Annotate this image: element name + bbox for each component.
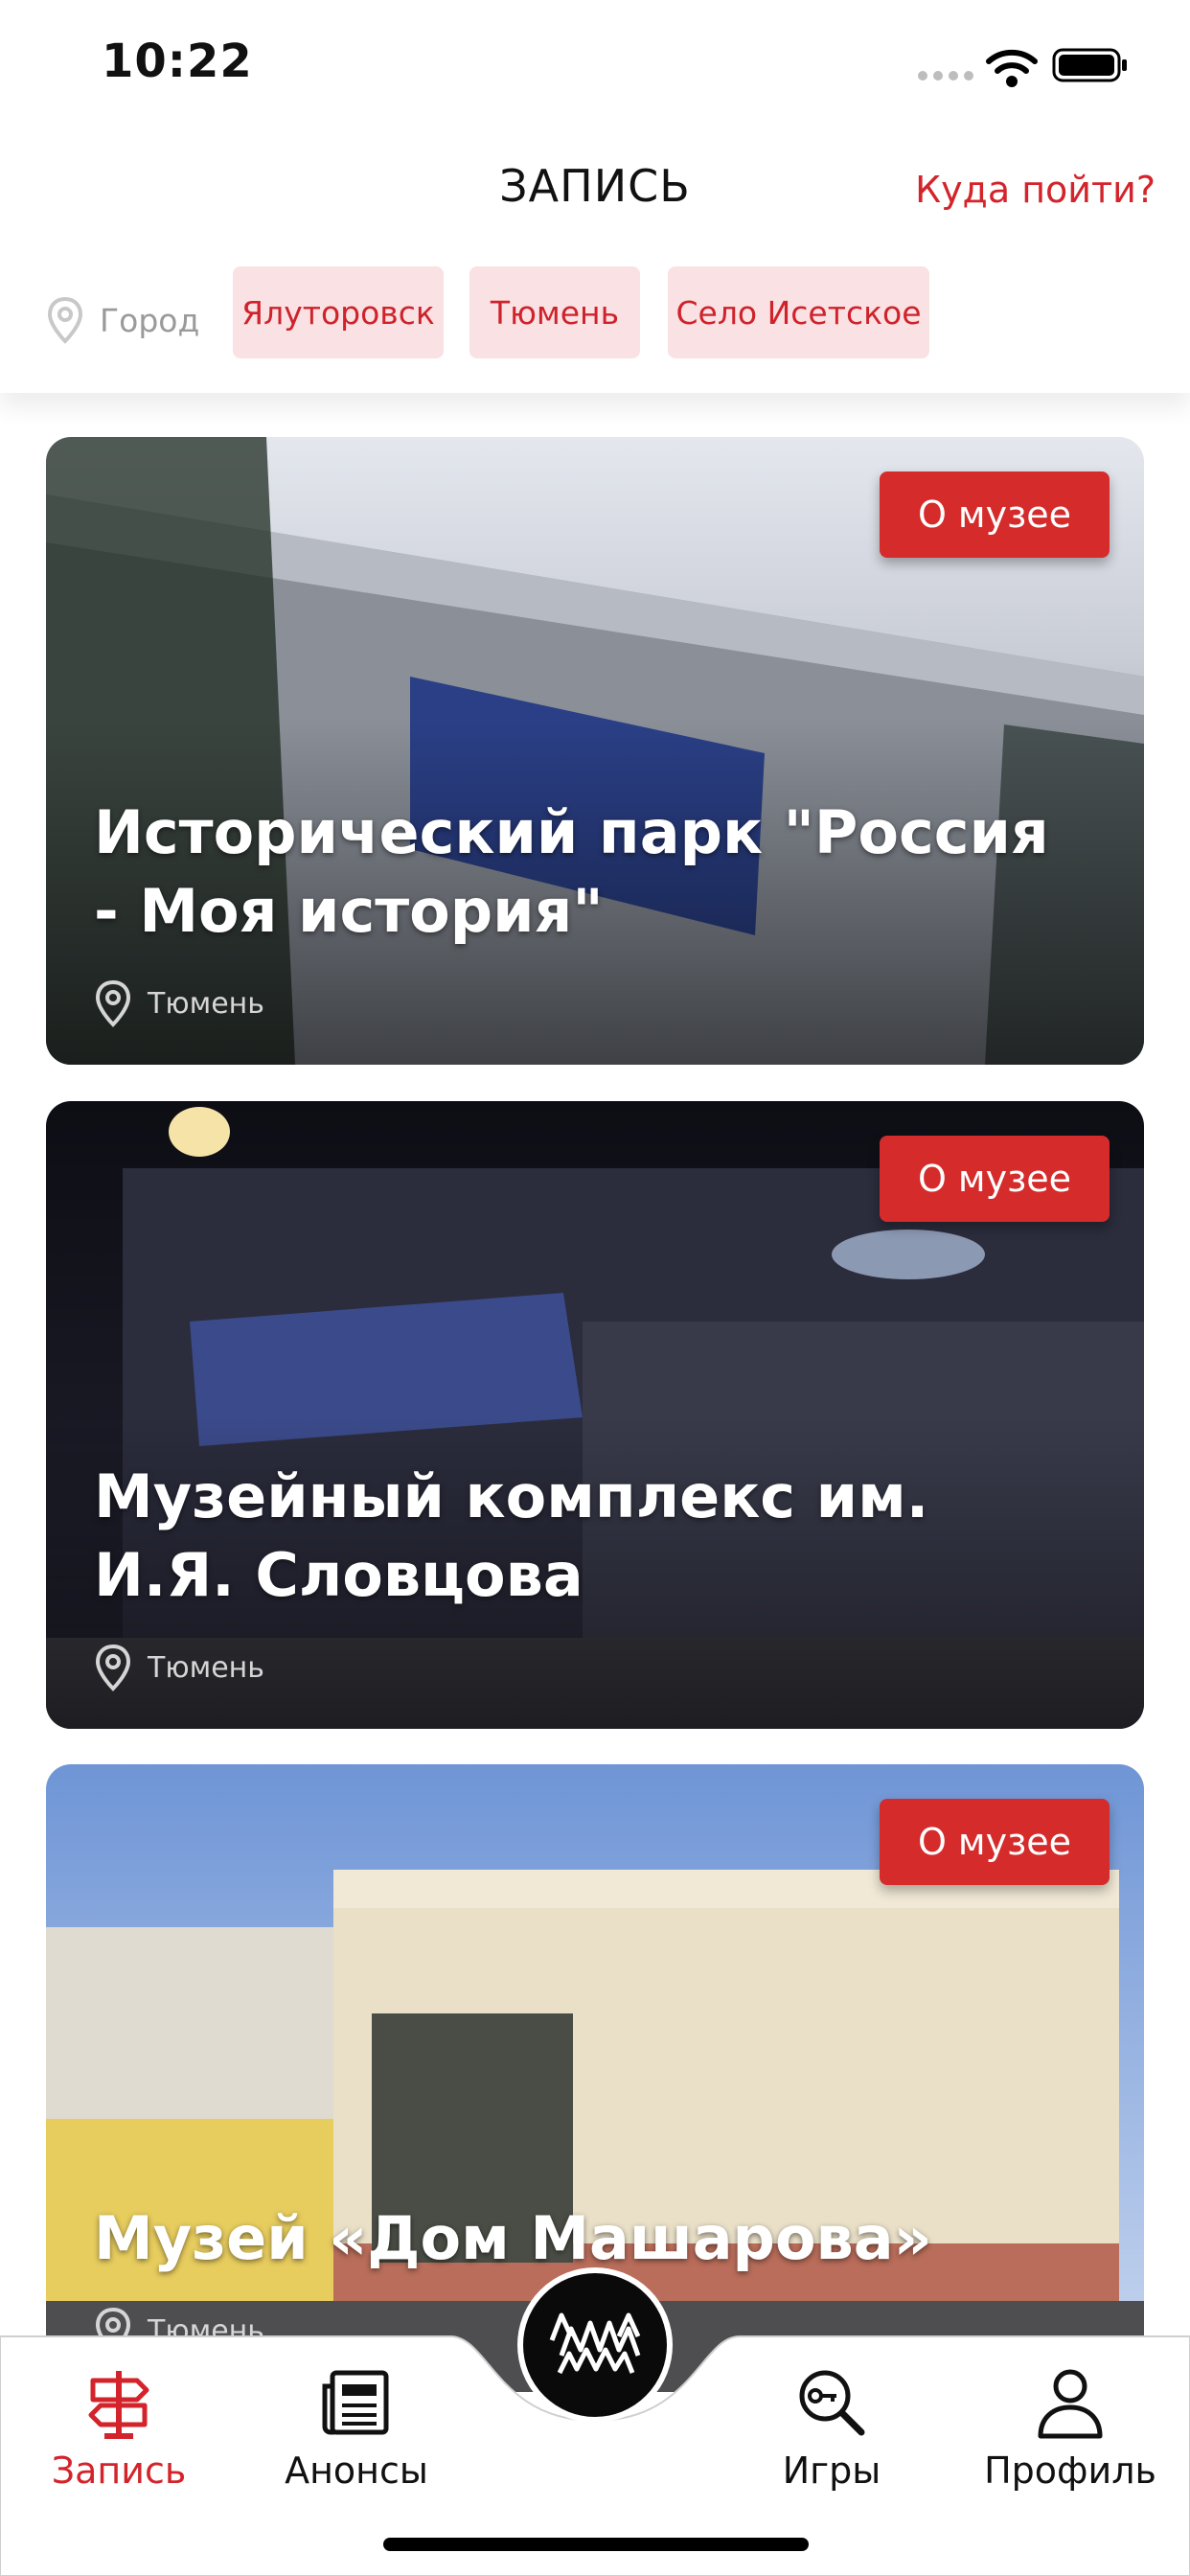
tab-label: Запись [51,2450,187,2492]
location-pin-icon [47,296,83,344]
user-icon [1038,2369,1103,2439]
where-to-go-link[interactable]: Куда пойти? [915,169,1156,211]
tab-profile[interactable]: Профиль [960,2363,1180,2492]
tab-announcements[interactable]: Анонсы [246,2363,467,2492]
city-label-text: Город [100,301,200,339]
museum-location: Тюмень [94,1644,264,1691]
status-bar: 10:22 [0,0,1190,134]
about-museum-button[interactable]: О музее [880,1136,1110,1222]
city-chip-yalutorovsk[interactable]: Ялуторовск [233,266,444,358]
museum-city: Тюмень [148,1650,264,1685]
museum-city: Тюмень [148,986,264,1021]
city-chip-selo-isetskoe[interactable]: Село Исетское [668,266,929,358]
newspaper-icon [322,2370,389,2435]
status-time: 10:22 [102,34,253,88]
museum-logo-icon [549,2312,641,2375]
center-logo-button[interactable] [517,2267,673,2423]
tab-record[interactable]: Запись [9,2363,229,2492]
about-museum-button[interactable]: О музее [880,1799,1110,1885]
museum-title: Музей «Дом Машарова» [94,2203,932,2273]
cellular-signal-icon [918,71,973,84]
tab-label: Анонсы [285,2450,428,2492]
tab-label: Профиль [984,2450,1156,2492]
location-pin-icon [95,1644,131,1691]
city-chip-tyumen[interactable]: Тюмень [469,266,640,358]
tab-games[interactable]: Игры [721,2363,942,2492]
city-filter-bar: Город Ялуторовск Тюмень Село Исетское [0,249,1190,393]
home-indicator [383,2538,809,2551]
about-museum-button[interactable]: О музее [880,472,1110,558]
city-filter-label: Город [46,291,199,349]
tab-label: Игры [782,2450,881,2492]
museum-title: Исторический парк "Россия - Моя история" [94,797,1049,946]
wifi-icon [986,49,1038,87]
header: ЗАПИСЬ Куда пойти? [0,134,1190,249]
museum-location: Тюмень [94,979,264,1027]
battery-icon [1052,48,1127,82]
museum-card[interactable]: О музее Исторический парк "Россия - Моя … [46,437,1144,1065]
location-pin-icon [95,979,131,1027]
key-search-icon [799,2370,865,2436]
museum-title: Музейный комплекс им. И.Я. Словцова [94,1461,929,1610]
signpost-icon [88,2371,149,2439]
museum-card[interactable]: О музее Музейный комплекс им. И.Я. Словц… [46,1101,1144,1729]
